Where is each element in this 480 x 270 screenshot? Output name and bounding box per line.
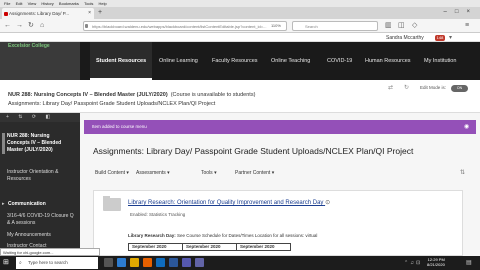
partner-content-label: Partner Content bbox=[235, 170, 271, 176]
browser-search-input[interactable]: Search bbox=[292, 21, 378, 31]
menu-tools[interactable]: Tools bbox=[84, 1, 93, 6]
word-icon[interactable] bbox=[169, 258, 178, 267]
build-content-label: Build Content bbox=[95, 170, 126, 176]
content-item-title-text: Library Research: Orientation for Qualit… bbox=[128, 200, 324, 206]
menu-edit[interactable]: Edit bbox=[16, 1, 23, 6]
nav-my-institution[interactable]: My Institution bbox=[424, 42, 456, 80]
sidebar-section-communication[interactable]: Communication bbox=[8, 201, 46, 208]
browser-status-bar: Waiting for chi-google.com... bbox=[0, 248, 100, 256]
windows-start-icon[interactable]: ⊞ bbox=[3, 259, 11, 267]
onenote-icon[interactable] bbox=[195, 258, 204, 267]
edit-mode-toggle[interactable]: ON bbox=[451, 85, 468, 92]
home-icon[interactable]: ⌂ bbox=[40, 19, 44, 33]
favicon-icon bbox=[4, 12, 8, 16]
chevron-down-icon[interactable]: ⊙ bbox=[325, 199, 330, 207]
tools-label: Tools bbox=[201, 170, 213, 176]
url-bar[interactable]: https://blackboard.waldenu.edu/webapps/b… bbox=[83, 21, 287, 31]
taskbar-search-input[interactable]: Type here to search bbox=[16, 257, 98, 269]
table-header: September 2020 bbox=[128, 243, 183, 251]
user-menu-icon[interactable]: ▾ bbox=[449, 35, 456, 41]
clock[interactable]: 12:29 PM 8/21/2020 bbox=[427, 257, 445, 267]
browser-tab[interactable]: Assignments: Library Day/ P... × bbox=[2, 8, 94, 19]
browser-menu-bar: File Edit View History Bookmarks Tools H… bbox=[0, 0, 480, 7]
menu-bookmarks[interactable]: Bookmarks bbox=[59, 1, 79, 6]
nav-student-resources[interactable]: Student Resources bbox=[90, 42, 153, 80]
forward-icon[interactable]: → bbox=[16, 19, 23, 33]
chevron-down-icon: ▾ bbox=[167, 170, 170, 176]
expand-icon[interactable]: ▸ bbox=[2, 202, 5, 207]
table-header: September 2020 bbox=[236, 243, 291, 251]
tools-menu[interactable]: Tools ▾ bbox=[201, 168, 217, 178]
course-title: NUR 288: Nursing Concepts IV – Blended M… bbox=[8, 91, 255, 99]
pocket-icon[interactable]: ◇ bbox=[412, 19, 417, 33]
task-view-icon[interactable] bbox=[104, 258, 113, 267]
assessments-label: Assessments bbox=[136, 170, 166, 176]
sidebar-item-indicator bbox=[2, 133, 5, 154]
menu-help[interactable]: Help bbox=[99, 1, 107, 6]
hamburger-menu-icon[interactable]: ≡ bbox=[465, 19, 469, 33]
nav-faculty-resources[interactable]: Faculty Resources bbox=[212, 42, 258, 80]
course-menu-tools[interactable]: + ⇅ ⟳ ◧ bbox=[0, 113, 80, 122]
page-title: Assignments: Library Day/ Passpoint Grad… bbox=[93, 146, 414, 156]
chevron-down-icon: ▾ bbox=[214, 170, 217, 176]
sidebar-course-name[interactable]: NUR 288: Nursing Concepts IV – Blended M… bbox=[7, 133, 71, 154]
description-text: See Course Schedule for Dates/Times Loca… bbox=[175, 233, 318, 238]
success-notice: Item added to course menu bbox=[84, 120, 476, 134]
nav-online-teaching[interactable]: Online Teaching bbox=[271, 42, 310, 80]
nav-online-learning[interactable]: Online Learning bbox=[159, 42, 198, 80]
tab-title: Assignments: Library Day/ P... bbox=[9, 11, 69, 16]
back-icon[interactable]: ← bbox=[4, 19, 11, 33]
chevron-down-icon: ▾ bbox=[271, 170, 275, 176]
url-text: https://blackboard.waldenu.edu/webapps/b… bbox=[92, 24, 267, 29]
description-heading: Library Research Day: bbox=[128, 233, 176, 238]
student-preview-icon[interactable]: ⇄ bbox=[388, 84, 393, 92]
content-item-description: Library Research Day: See Course Schedul… bbox=[128, 232, 317, 239]
table-header: September 2020 bbox=[182, 243, 237, 251]
course-availability-note: (Course is unavailable to students) bbox=[170, 92, 256, 98]
menu-history[interactable]: History bbox=[41, 1, 53, 6]
close-notice-icon[interactable]: ◉ bbox=[464, 120, 469, 134]
outlook-icon[interactable] bbox=[156, 258, 165, 267]
content-item-title[interactable]: Library Research: Orientation for Qualit… bbox=[128, 199, 330, 207]
assessments-menu[interactable]: Assessments ▾ bbox=[136, 168, 170, 178]
notifications-icon[interactable]: ▤ bbox=[466, 258, 474, 268]
sidebar-item-announcements[interactable]: My Announcements bbox=[7, 232, 75, 239]
refresh-icon[interactable]: ↻ bbox=[404, 84, 409, 92]
library-icon[interactable]: ▥ bbox=[385, 19, 392, 33]
clock-date: 8/21/2020 bbox=[427, 262, 445, 267]
notification-badge[interactable]: 148 bbox=[435, 35, 445, 41]
edge-icon[interactable] bbox=[117, 258, 126, 267]
course-title-text: NUR 288: Nursing Concepts IV – Blended M… bbox=[8, 92, 168, 98]
sidebar-toggle-icon[interactable]: ◫ bbox=[398, 19, 405, 33]
build-content-menu[interactable]: Build Content ▾ bbox=[95, 168, 129, 178]
logo-text: Excelsior College bbox=[8, 43, 50, 49]
close-tab-icon[interactable]: × bbox=[88, 8, 91, 19]
reorder-icon[interactable]: ⇅ bbox=[460, 169, 465, 177]
teams-icon[interactable] bbox=[182, 258, 191, 267]
menu-file[interactable]: File bbox=[4, 1, 10, 6]
edit-mode-label: Edit Mode is: bbox=[420, 85, 447, 90]
reload-icon[interactable]: ↻ bbox=[28, 19, 34, 33]
menu-view[interactable]: View bbox=[28, 1, 37, 6]
new-tab-icon[interactable]: + bbox=[98, 8, 102, 18]
breadcrumb: Assignments: Library Day/ Passpoint Grad… bbox=[8, 101, 216, 107]
nav-covid-19[interactable]: COVID-19 bbox=[327, 42, 352, 80]
sidebar-item-instructor-orientation[interactable]: Instructor Orientation & Resources bbox=[7, 169, 75, 183]
institution-logo[interactable]: Excelsior College bbox=[8, 44, 50, 49]
file-explorer-icon[interactable] bbox=[130, 258, 139, 267]
lock-icon bbox=[85, 24, 88, 28]
sidebar-item-covid-qa[interactable]: 3/16-4/6 COVID-19 Closure Q & A sessions bbox=[7, 213, 75, 227]
search-icon: ⌕ bbox=[19, 260, 22, 266]
window-controls[interactable]: –□× bbox=[444, 7, 478, 18]
folder-icon bbox=[103, 198, 121, 211]
nav-human-resources[interactable]: Human Resources bbox=[365, 42, 411, 80]
firefox-icon[interactable] bbox=[143, 258, 152, 267]
partner-content-menu[interactable]: Partner Content ▾ bbox=[235, 168, 274, 178]
zoom-level[interactable]: 110% bbox=[271, 22, 281, 30]
schedule-table: September 2020 September 2020 September … bbox=[128, 243, 291, 251]
chevron-down-icon: ▾ bbox=[126, 170, 129, 176]
statistics-tracking-status: Enabled: Statistics Tracking bbox=[130, 212, 186, 217]
system-tray-icons[interactable]: ⌃♫⊡ bbox=[404, 258, 422, 268]
